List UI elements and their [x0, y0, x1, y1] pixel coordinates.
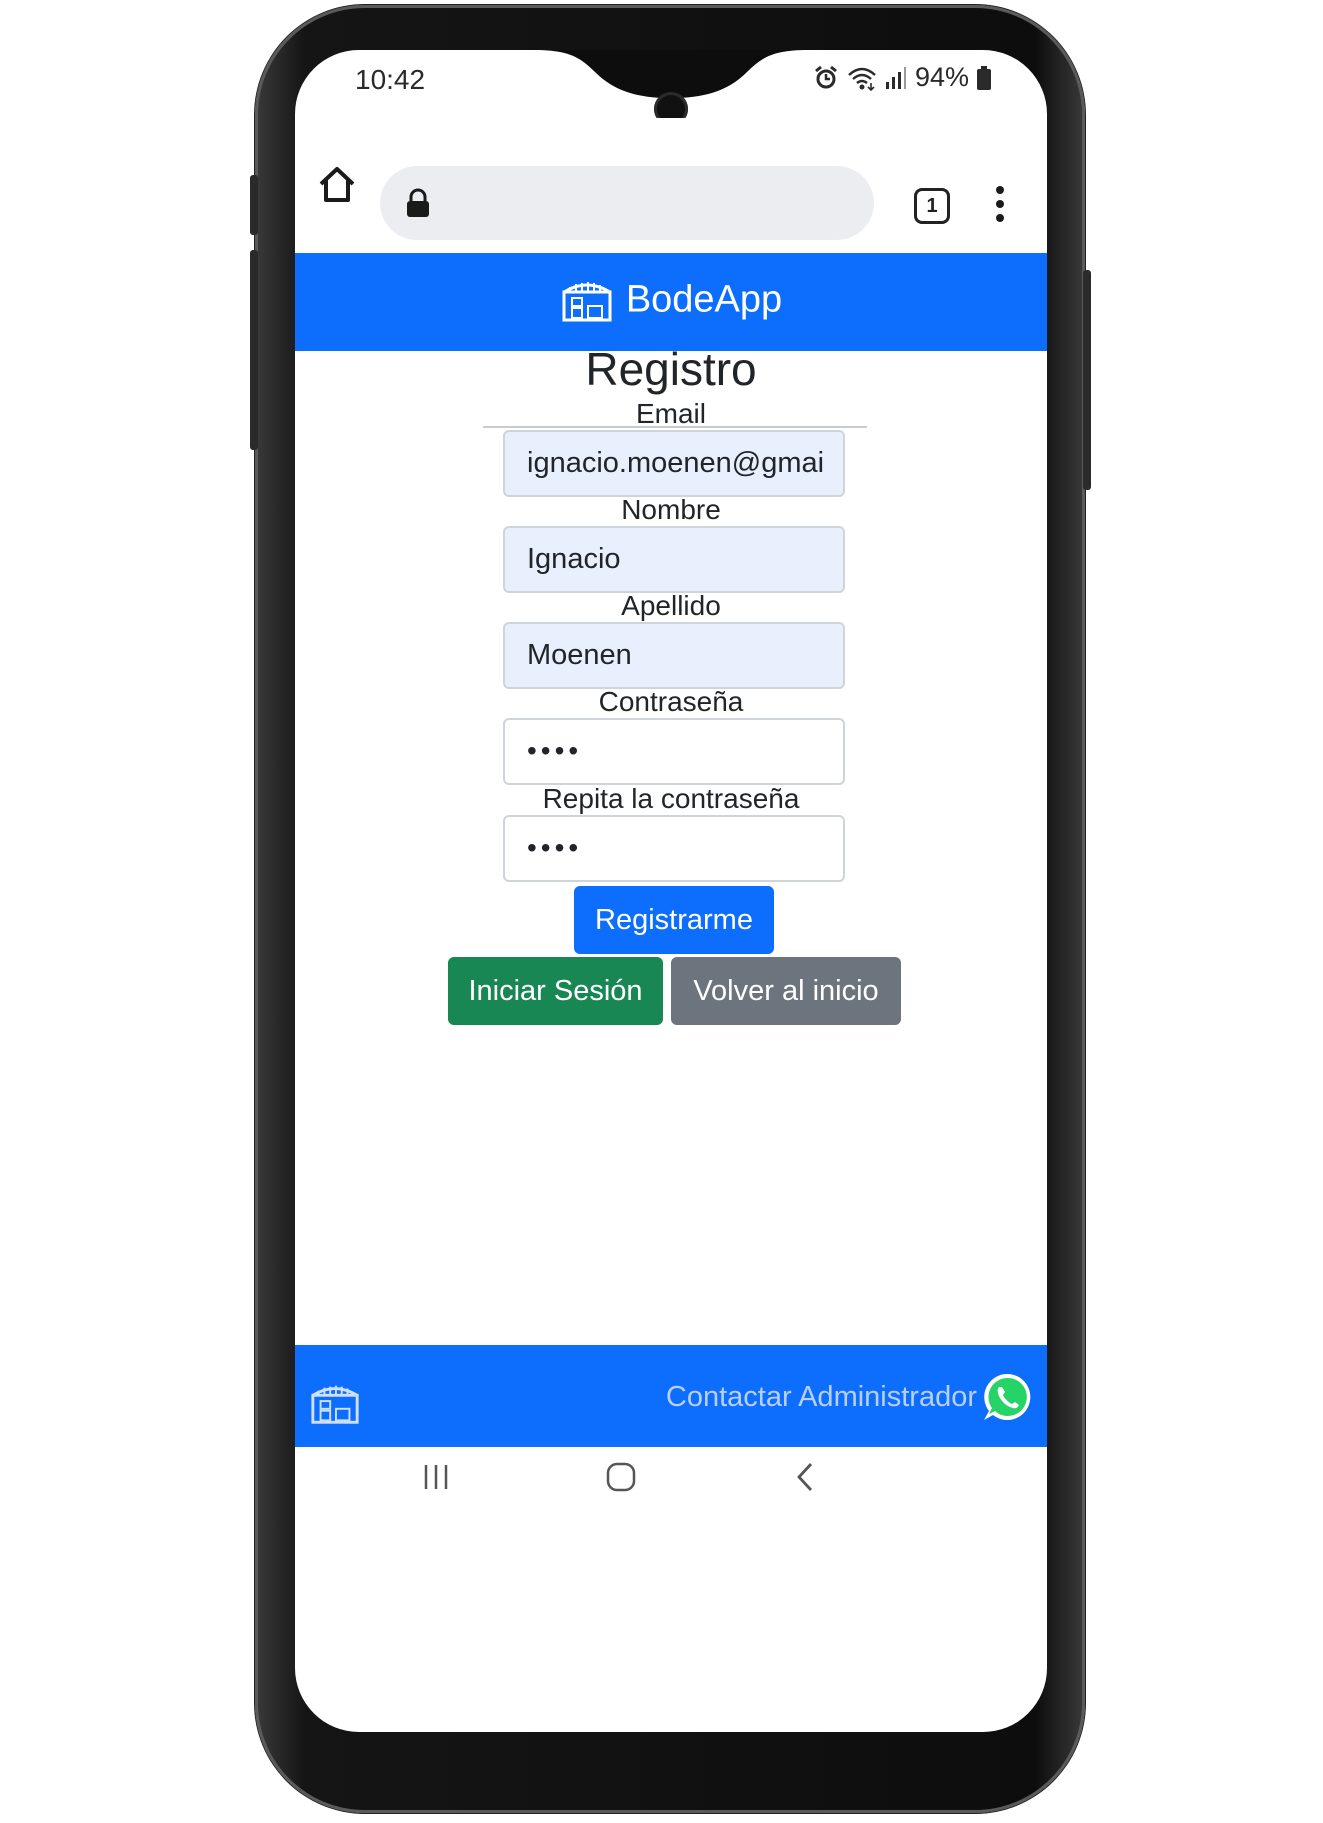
app-navbar: BodeApp	[295, 253, 1047, 351]
whatsapp-icon[interactable]	[981, 1371, 1033, 1423]
brand-name: BodeApp	[625, 278, 783, 321]
wifi-icon	[848, 67, 876, 91]
phone-power-button	[1083, 270, 1091, 490]
page-title: Registro	[585, 343, 757, 395]
battery-percent: 94%	[914, 62, 969, 92]
status-bar: 10:42 94%	[295, 50, 1047, 118]
apellido-label: Apellido	[621, 590, 721, 621]
back-key-icon[interactable]	[795, 1462, 815, 1492]
contact-admin-link[interactable]: Contactar Administrador	[666, 1381, 977, 1414]
phone-side-button	[250, 175, 258, 235]
repeat-password-field[interactable]: ••••	[503, 815, 845, 882]
phone-screen: 10:42 94% 1 BodeApp Registro Email ignac…	[295, 50, 1047, 1732]
url-bar[interactable]	[380, 166, 874, 240]
lock-icon	[407, 188, 429, 217]
login-button[interactable]: Iniciar Sesión	[448, 957, 663, 1025]
nombre-label: Nombre	[621, 494, 721, 525]
phone-side-button	[250, 250, 258, 450]
recent-apps-icon[interactable]	[423, 1463, 449, 1491]
nombre-field[interactable]: Ignacio	[503, 526, 845, 593]
alarm-icon	[815, 65, 837, 88]
password-field[interactable]: ••••	[503, 718, 845, 785]
warehouse-icon	[311, 1385, 359, 1424]
password-label: Contraseña	[598, 686, 744, 717]
email-label: Email	[635, 398, 706, 429]
register-button[interactable]: Registrarme	[574, 886, 774, 954]
menu-icon[interactable]	[995, 184, 1005, 224]
status-icons: 94%	[813, 62, 991, 93]
brand-link[interactable]: BodeApp	[295, 277, 1047, 322]
browser-toolbar: 1	[295, 118, 1047, 253]
warehouse-icon	[562, 281, 612, 322]
tabs-icon[interactable]: 1	[914, 188, 950, 224]
apellido-field[interactable]: Moenen	[503, 622, 845, 689]
email-field[interactable]: ignacio.moenen@gmai	[503, 430, 845, 497]
signal-icon	[885, 66, 906, 89]
back-home-button[interactable]: Volver al inicio	[671, 957, 901, 1025]
home-icon[interactable]	[315, 162, 359, 206]
repeat-password-label: Repita la contraseña	[542, 783, 800, 814]
home-key-icon[interactable]	[606, 1462, 636, 1492]
android-navigation-bar	[295, 1447, 1047, 1507]
status-time: 10:42	[355, 64, 426, 95]
app-footer: Contactar Administrador	[295, 1345, 1047, 1447]
battery-icon	[977, 65, 991, 90]
